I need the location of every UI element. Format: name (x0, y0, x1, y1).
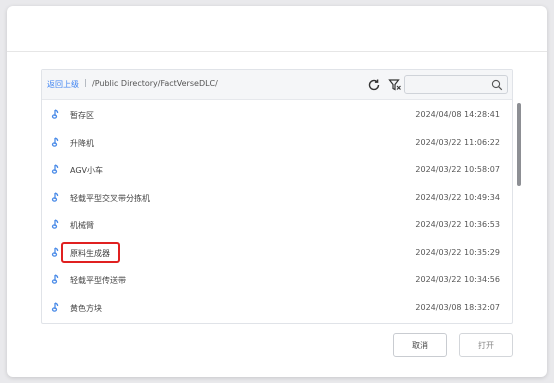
file-name: 黄色方块 (70, 303, 102, 313)
file-date: 2024/03/22 10:49:34 (415, 192, 500, 202)
file-row[interactable]: 轻载平型交叉带分拣机 2024/03/22 10:49:34 (42, 184, 504, 212)
file-row[interactable]: 轻载平型传送带 2024/03/22 10:34:56 (42, 266, 504, 294)
file-icon (51, 164, 59, 174)
file-row[interactable]: 暂存区 2024/04/08 14:28:41 (42, 101, 504, 129)
file-row[interactable]: 升降机 2024/03/22 11:06:22 (42, 129, 504, 157)
file-name: 轻载平型传送带 (70, 276, 126, 285)
file-name: 机械臂 (70, 221, 94, 230)
file-name: AGV小车 (70, 166, 104, 175)
refresh-icon[interactable] (367, 78, 381, 92)
file-name: 原料生成器 (70, 248, 110, 258)
path-separator: | (84, 78, 87, 87)
file-icon (51, 274, 59, 284)
file-name: 暂存区 (70, 111, 94, 120)
file-icon (51, 301, 59, 312)
file-icon (51, 136, 59, 147)
file-date: 2024/04/08 14:28:41 (415, 110, 500, 119)
file-date: 2024/03/22 10:34:56 (415, 275, 500, 284)
scrollbar[interactable] (517, 103, 521, 186)
file-row[interactable]: 黄色方块 2024/03/08 18:32:07 (42, 294, 504, 322)
back-to-parent-link[interactable]: 返回上级 (47, 79, 79, 90)
file-date: 2024/03/22 11:06:22 (415, 137, 500, 147)
search-icon[interactable] (491, 79, 503, 91)
file-name: 升降机 (70, 138, 94, 148)
file-icon (51, 219, 59, 229)
file-date: 2024/03/22 10:35:29 (415, 247, 500, 257)
open-button[interactable]: 打开 (459, 333, 513, 357)
file-row[interactable]: AGV小车 2024/03/22 10:58:07 (42, 156, 504, 184)
current-path: /Public Directory/FactVerseDLC/ (92, 79, 218, 88)
file-row-selected[interactable]: 原料生成器 2024/03/22 10:35:29 (42, 239, 504, 267)
filter-icon[interactable] (388, 78, 402, 92)
browser-toolbar: 返回上级 | /Public Directory/FactVerseDLC/ (42, 70, 512, 100)
file-row[interactable]: 机械臂 2024/03/22 10:36:53 (42, 211, 504, 239)
file-date: 2024/03/22 10:36:53 (415, 220, 500, 229)
file-list: 暂存区 2024/04/08 14:28:41 升降机 2024/03/22 1… (42, 101, 512, 323)
file-name: 轻载平型交叉带分拣机 (70, 193, 150, 203)
file-icon (51, 109, 59, 119)
dialog-header (7, 6, 547, 52)
file-date: 2024/03/08 18:32:07 (415, 302, 500, 312)
file-icon (51, 246, 59, 257)
cancel-button[interactable]: 取消 (393, 333, 447, 357)
file-open-dialog: 返回上级 | /Public Directory/FactVerseDLC/ 暂… (7, 6, 547, 377)
search-input[interactable] (409, 78, 489, 91)
search-field[interactable] (404, 75, 508, 94)
file-date: 2024/03/22 10:58:07 (415, 165, 500, 174)
file-icon (51, 191, 59, 202)
file-browser: 返回上级 | /Public Directory/FactVerseDLC/ 暂… (41, 69, 521, 324)
